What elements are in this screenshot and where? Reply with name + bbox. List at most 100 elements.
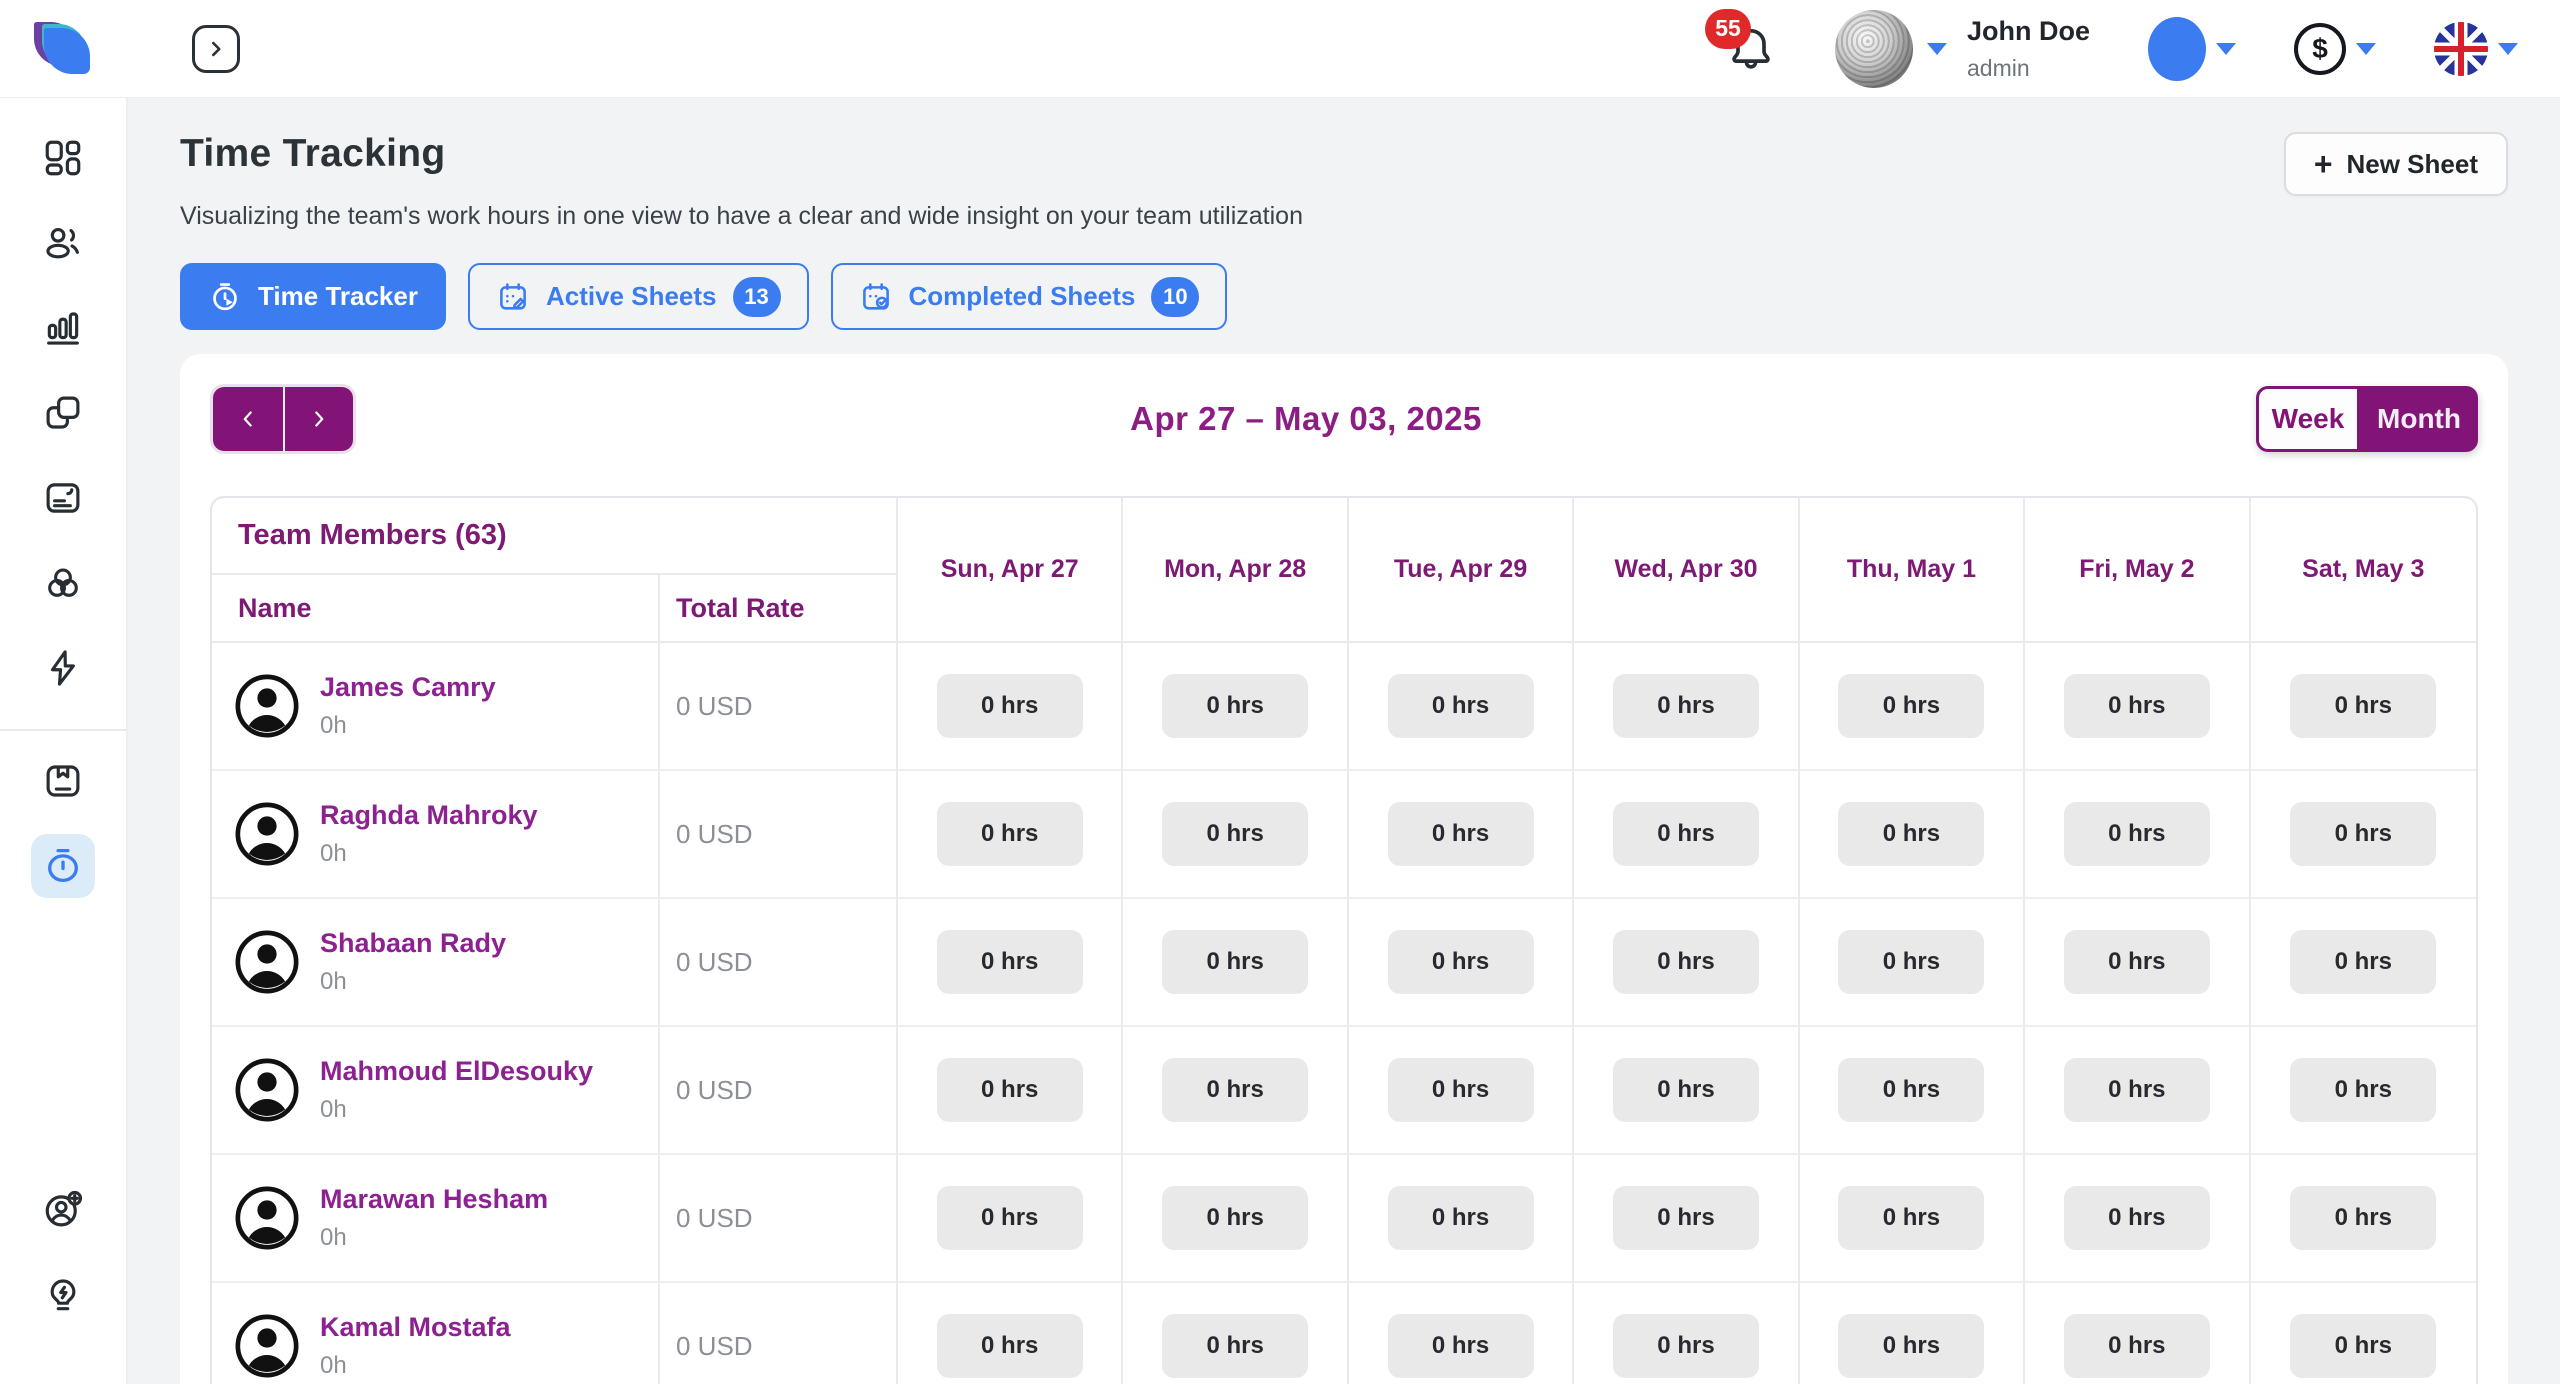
member-total-rate: 0 USD [660, 1027, 898, 1155]
member-name-link[interactable]: James Camry [320, 672, 496, 702]
day-hours-chip[interactable]: 0 hrs [2064, 802, 2210, 866]
plus-icon: + [2314, 148, 2333, 180]
sidebar-item-add-user[interactable] [31, 1178, 95, 1242]
day-hours-chip[interactable]: 0 hrs [937, 1186, 1083, 1250]
day-hours-chip[interactable]: 0 hrs [937, 1058, 1083, 1122]
sidebar-item-dashboard[interactable] [31, 126, 95, 190]
day-hours-chip[interactable]: 0 hrs [2064, 1186, 2210, 1250]
day-hours-chip[interactable]: 0 hrs [2290, 674, 2436, 738]
member-name-link[interactable]: Kamal Mostafa [320, 1312, 511, 1342]
day-hours-chip[interactable]: 0 hrs [1162, 802, 1308, 866]
member-name-link[interactable]: Mahmoud ElDesouky [320, 1056, 593, 1086]
member-total-hours: 0h [320, 712, 496, 740]
day-hours-chip[interactable]: 0 hrs [1613, 1314, 1759, 1378]
sidebar-item-teams[interactable] [31, 551, 95, 615]
day-hours-chip[interactable]: 0 hrs [2290, 1058, 2436, 1122]
day-cell: 0 hrs [898, 771, 1123, 899]
month-toggle-button[interactable]: Month [2360, 386, 2478, 452]
sidebar-item-stats[interactable] [31, 296, 95, 360]
member-name-link[interactable]: Shabaan Rady [320, 928, 506, 958]
day-hours-chip[interactable]: 0 hrs [1388, 1058, 1534, 1122]
member-total-rate: 0 USD [660, 899, 898, 1027]
language-menu[interactable] [2434, 22, 2518, 76]
member-total-rate: 0 USD [660, 643, 898, 771]
day-hours-chip[interactable]: 0 hrs [1838, 674, 1984, 738]
new-sheet-button[interactable]: + New Sheet [2284, 132, 2508, 196]
day-cell: 0 hrs [1123, 643, 1348, 771]
add-user-icon [42, 1189, 84, 1231]
day-hours-chip[interactable]: 0 hrs [1838, 1186, 1984, 1250]
sidebar-item-projects[interactable] [31, 381, 95, 445]
name-column-header: Name [212, 575, 660, 643]
day-hours-chip[interactable]: 0 hrs [1162, 1058, 1308, 1122]
week-toggle-button[interactable]: Week [2256, 386, 2360, 452]
theme-color-menu[interactable] [2148, 17, 2236, 81]
day-hours-chip[interactable]: 0 hrs [2064, 1058, 2210, 1122]
day-cell: 0 hrs [1800, 1155, 2025, 1283]
day-hours-chip[interactable]: 0 hrs [2064, 674, 2210, 738]
day-hours-chip[interactable]: 0 hrs [1388, 674, 1534, 738]
day-hours-chip[interactable]: 0 hrs [1613, 674, 1759, 738]
day-hours-chip[interactable]: 0 hrs [1388, 802, 1534, 866]
day-hours-chip[interactable]: 0 hrs [1838, 1314, 1984, 1378]
sidebar-item-bookmarks[interactable] [31, 749, 95, 813]
next-week-button[interactable] [283, 387, 353, 451]
sidebar-item-ideas[interactable] [31, 1263, 95, 1327]
sidebar-item-members[interactable] [31, 211, 95, 275]
member-name-link[interactable]: Marawan Hesham [320, 1184, 548, 1214]
day-hours-chip[interactable]: 0 hrs [1838, 802, 1984, 866]
sidebar-item-time-tracking[interactable] [31, 834, 95, 898]
day-hours-chip[interactable]: 0 hrs [2064, 930, 2210, 994]
day-hours-chip[interactable]: 0 hrs [1838, 1058, 1984, 1122]
day-cell: 0 hrs [898, 1027, 1123, 1155]
avatar [1835, 10, 1913, 88]
day-hours-chip[interactable]: 0 hrs [1162, 674, 1308, 738]
day-cell: 0 hrs [2251, 1155, 2476, 1283]
day-cell: 0 hrs [2251, 643, 2476, 771]
day-hours-chip[interactable]: 0 hrs [1162, 930, 1308, 994]
day-hours-chip[interactable]: 0 hrs [937, 674, 1083, 738]
day-hours-chip[interactable]: 0 hrs [937, 1314, 1083, 1378]
tab-time-tracker[interactable]: Time Tracker [180, 263, 446, 330]
day-cell: 0 hrs [1574, 1027, 1799, 1155]
currency-menu[interactable]: $ [2294, 23, 2376, 75]
team-members-header: Team Members (63) [212, 498, 898, 575]
idea-icon [42, 1274, 84, 1316]
day-hours-chip[interactable]: 0 hrs [937, 802, 1083, 866]
sidebar-expand-button[interactable] [192, 25, 240, 73]
completed-sheets-count-badge: 10 [1151, 277, 1199, 317]
tab-completed-sheets[interactable]: Completed Sheets 10 [831, 263, 1228, 330]
day-hours-chip[interactable]: 0 hrs [2290, 802, 2436, 866]
day-hours-chip[interactable]: 0 hrs [2290, 1186, 2436, 1250]
member-total-hours: 0h [320, 1224, 548, 1252]
day-hours-chip[interactable]: 0 hrs [1613, 1186, 1759, 1250]
day-hours-chip[interactable]: 0 hrs [1388, 1314, 1534, 1378]
day-hours-chip[interactable]: 0 hrs [2290, 1314, 2436, 1378]
day-hours-chip[interactable]: 0 hrs [2290, 930, 2436, 994]
day-hours-chip[interactable]: 0 hrs [2064, 1314, 2210, 1378]
sidebar-item-notes[interactable] [31, 466, 95, 530]
prev-week-button[interactable] [213, 387, 283, 451]
day-hours-chip[interactable]: 0 hrs [1388, 1186, 1534, 1250]
day-hours-chip[interactable]: 0 hrs [1162, 1314, 1308, 1378]
chevron-down-icon [2498, 43, 2518, 55]
day-hours-chip[interactable]: 0 hrs [937, 930, 1083, 994]
member-name-link[interactable]: Raghda Mahroky [320, 800, 538, 830]
day-hours-chip[interactable]: 0 hrs [1613, 802, 1759, 866]
day-hours-chip[interactable]: 0 hrs [1613, 1058, 1759, 1122]
member-total-rate: 0 USD [660, 1283, 898, 1384]
main-content: Time Tracking Visualizing the team's wor… [128, 98, 2560, 1384]
notifications-button[interactable]: 55 [1725, 21, 1777, 77]
day-hours-chip[interactable]: 0 hrs [1388, 930, 1534, 994]
tab-active-sheets[interactable]: Active Sheets 13 [468, 263, 809, 330]
member-avatar-icon [234, 673, 300, 739]
sidebar-item-actions[interactable] [31, 636, 95, 700]
day-hours-chip[interactable]: 0 hrs [1838, 930, 1984, 994]
day-cell: 0 hrs [1800, 899, 2025, 1027]
chevron-down-icon [1927, 43, 1947, 55]
members-icon [42, 222, 84, 264]
user-menu[interactable]: John Doe admin [1835, 10, 2090, 88]
day-hours-chip[interactable]: 0 hrs [1613, 930, 1759, 994]
member-row-name-cell: Mahmoud ElDesouky0h [212, 1027, 660, 1155]
day-hours-chip[interactable]: 0 hrs [1162, 1186, 1308, 1250]
